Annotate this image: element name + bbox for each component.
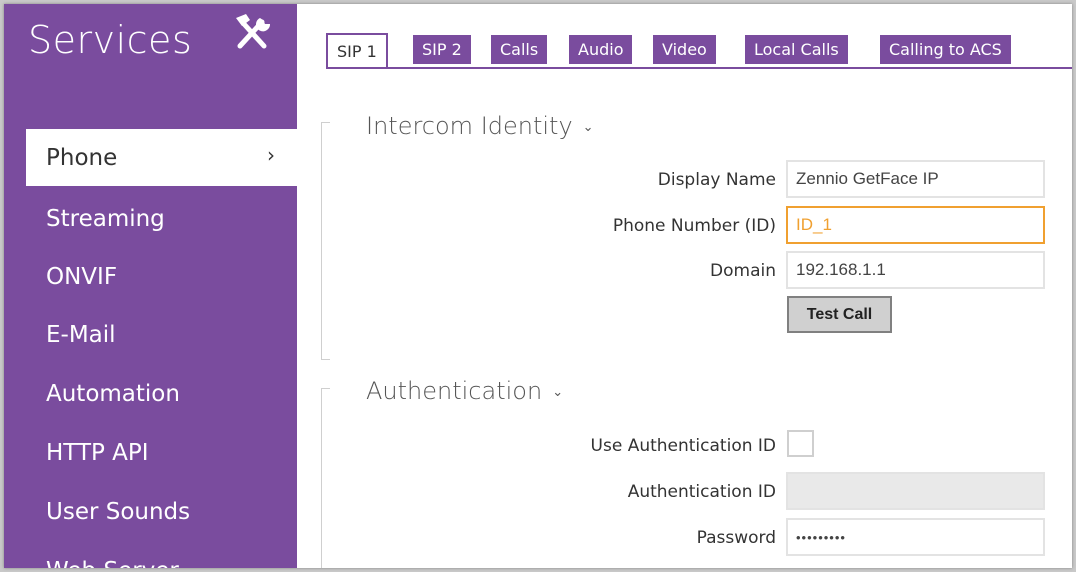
tab-sip-2[interactable]: SIP 2 [413,35,471,64]
use-auth-id-label: Use Authentication ID [590,436,776,456]
sidebar-item-web-server[interactable]: Web Server [26,542,297,569]
domain-label: Domain [710,261,776,281]
sidebar-item-label: Streaming [46,205,165,232]
app-window: Services Phone › Streaming ONVIF E-Mail … [4,4,1072,568]
sidebar-item-onvif[interactable]: ONVIF [26,248,297,305]
phone-number-field[interactable]: ID_1 [786,206,1045,244]
test-call-button[interactable]: Test Call [787,296,892,333]
sidebar-item-label: Web Server [46,558,179,569]
sidebar-item-label: Phone [46,144,118,171]
display-name-field[interactable]: Zennio GetFace IP [786,160,1045,198]
auth-id-field[interactable] [786,472,1045,510]
section-bracket [321,122,330,360]
sidebar-item-label: E-Mail [46,321,116,348]
display-name-label: Display Name [657,170,776,190]
tab-video[interactable]: Video [653,35,716,64]
chevron-right-icon: › [267,143,275,167]
password-label: Password [696,528,776,548]
chevron-down-icon: ⌄ [552,385,564,400]
tab-sip-1[interactable]: SIP 1 [326,33,388,67]
sidebar-item-automation[interactable]: Automation [26,365,297,422]
section-bracket [321,388,330,568]
sidebar: Services Phone › Streaming ONVIF E-Mail … [4,4,297,568]
sidebar-item-user-sounds[interactable]: User Sounds [26,483,297,540]
sidebar-item-label: HTTP API [46,439,149,466]
auth-id-label: Authentication ID [627,482,776,502]
tab-calling-to-acs[interactable]: Calling to ACS [880,35,1011,64]
section-title-intercom-identity[interactable]: Intercom Identity ⌄ [366,112,594,140]
sidebar-title: Services [28,18,193,62]
sidebar-item-email[interactable]: E-Mail [26,306,297,363]
chevron-down-icon: ⌄ [582,120,594,135]
sidebar-item-label: Automation [46,380,180,407]
tab-bar: SIP 1 SIP 2 Calls Audio Video Local Call… [326,33,1072,68]
tab-audio[interactable]: Audio [569,35,633,64]
sidebar-item-streaming[interactable]: Streaming [26,190,297,247]
tab-local-calls[interactable]: Local Calls [745,35,848,64]
password-field[interactable]: ••••••••• [786,518,1045,556]
section-title-authentication[interactable]: Authentication ⌄ [366,377,563,405]
tab-calls[interactable]: Calls [491,35,548,64]
sidebar-item-label: ONVIF [46,263,118,290]
domain-field[interactable]: 192.168.1.1 [786,251,1045,289]
tools-icon [236,14,271,49]
phone-number-label: Phone Number (ID) [612,216,776,236]
sidebar-item-http-api[interactable]: HTTP API [26,424,297,481]
use-auth-id-checkbox[interactable] [787,430,814,457]
sidebar-item-label: User Sounds [46,498,191,525]
sidebar-item-phone[interactable]: Phone › [26,129,297,186]
